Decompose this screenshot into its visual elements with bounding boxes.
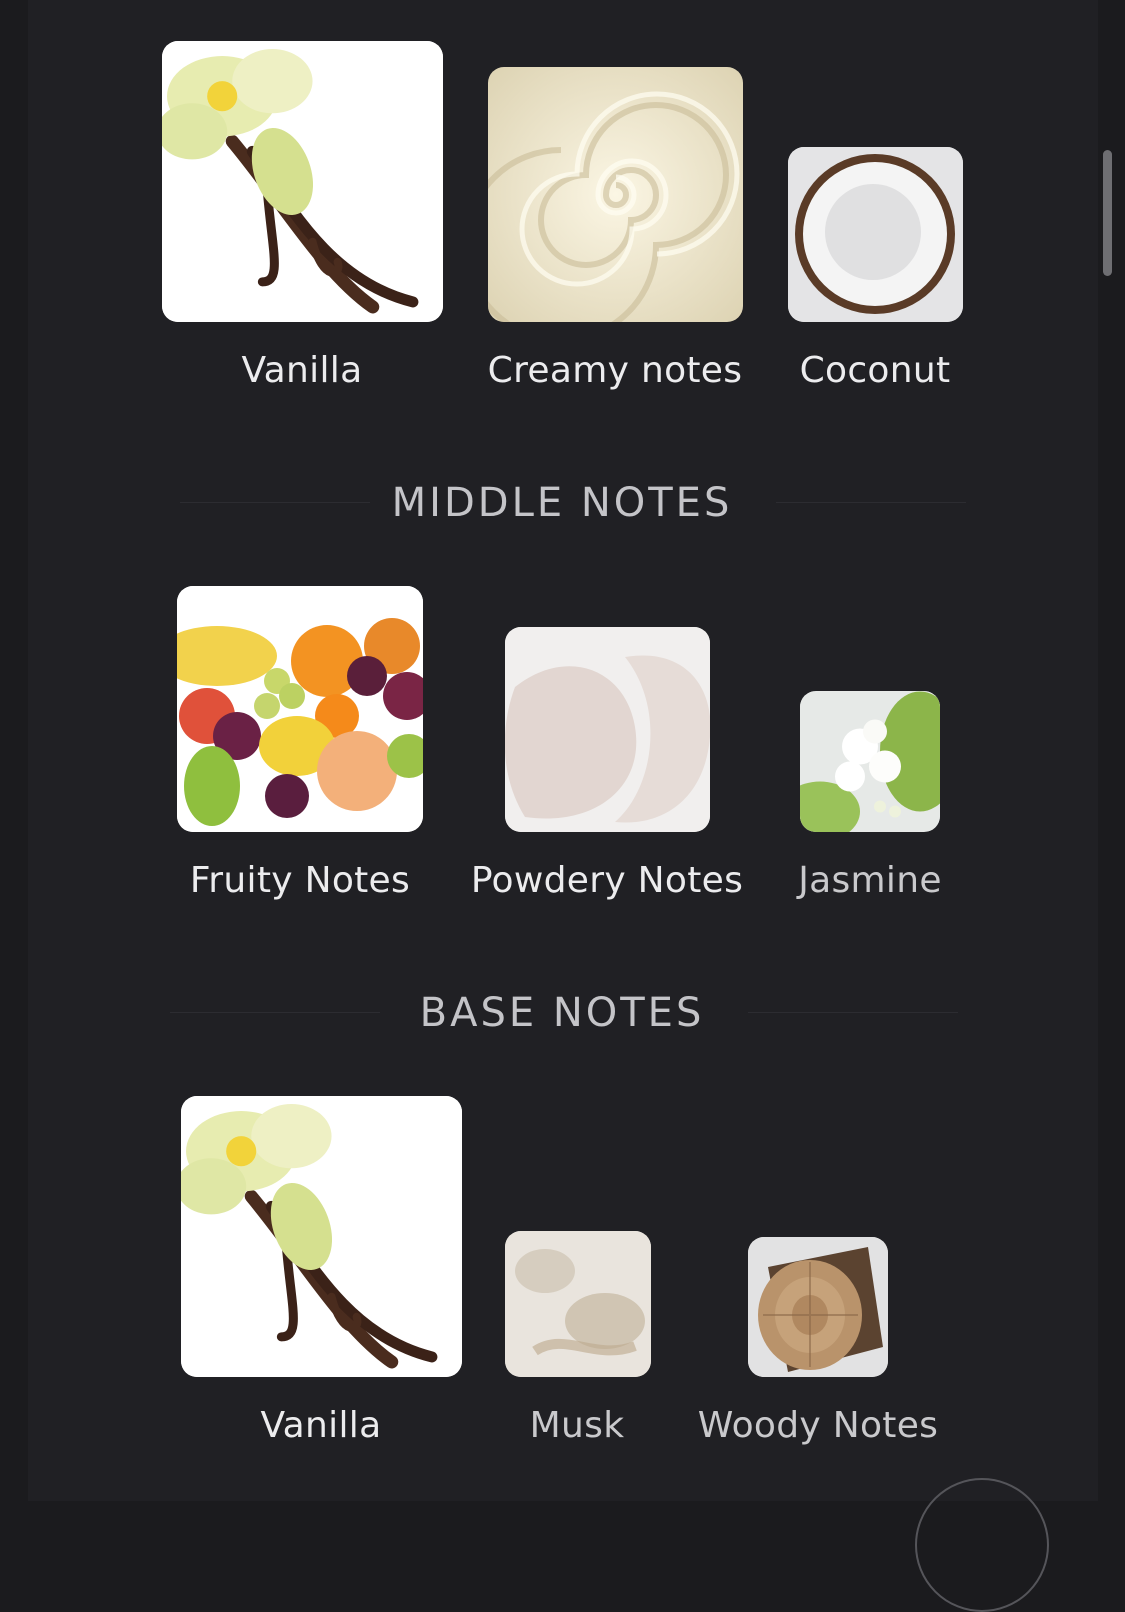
base-note-label-woody: Woody Notes xyxy=(697,1405,939,1446)
base-divider-left xyxy=(170,1012,380,1013)
wood-illustration xyxy=(748,1237,888,1377)
top-note-label-creamy: Creamy notes xyxy=(487,350,743,391)
coconut-image xyxy=(788,147,963,322)
base-note-label-vanilla: Vanilla xyxy=(260,1405,382,1446)
fruit-image xyxy=(177,586,423,832)
middle-note-label-powdery: Powdery Notes xyxy=(470,860,744,901)
musk-image xyxy=(505,1231,651,1377)
wood-image xyxy=(748,1237,888,1377)
fruit-illustration xyxy=(177,586,423,832)
scrollbar-thumb[interactable] xyxy=(1103,150,1112,276)
musk-illustration xyxy=(505,1231,651,1377)
middle-divider-right xyxy=(776,502,966,503)
jasmine-illustration xyxy=(800,691,940,832)
cream-swirl-illustration xyxy=(488,67,743,322)
coconut-illustration xyxy=(788,147,963,322)
middle-notes-heading: MIDDLE NOTES xyxy=(391,480,733,526)
middle-note-label-jasmine: Jasmine xyxy=(798,860,942,901)
floating-action-button[interactable] xyxy=(915,1478,1049,1612)
middle-note-label-fruity: Fruity Notes xyxy=(189,860,411,901)
powder-image xyxy=(505,627,710,832)
base-divider-right xyxy=(748,1012,958,1013)
vanilla-illustration xyxy=(162,41,443,322)
vanilla-image xyxy=(162,41,443,322)
cream-swirl-image xyxy=(488,67,743,322)
vanilla-illustration xyxy=(181,1096,462,1377)
base-notes-heading: BASE NOTES xyxy=(419,990,705,1036)
base-note-label-musk: Musk xyxy=(529,1405,625,1446)
powder-illustration xyxy=(505,627,710,832)
top-note-label-vanilla: Vanilla xyxy=(241,350,363,391)
jasmine-image xyxy=(800,691,940,832)
top-note-label-coconut: Coconut xyxy=(799,350,951,391)
middle-divider-left xyxy=(180,502,370,503)
vanilla-image xyxy=(181,1096,462,1377)
